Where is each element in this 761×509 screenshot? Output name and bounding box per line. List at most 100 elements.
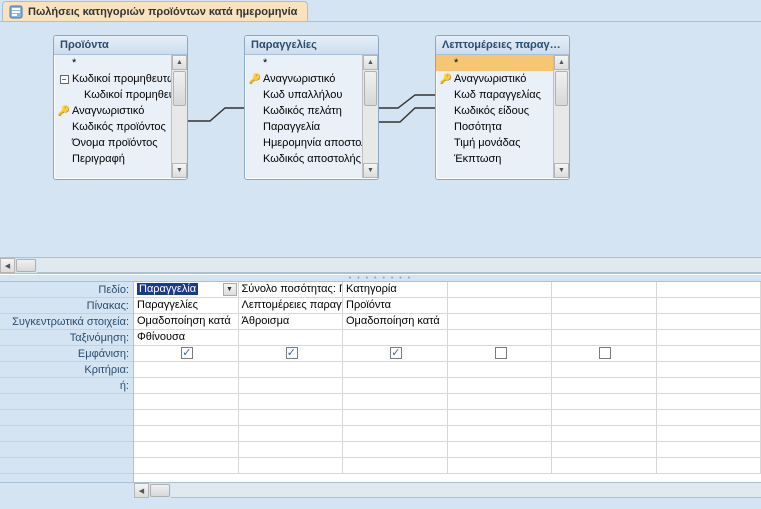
grid-cell-sort[interactable] [657, 330, 761, 345]
grid-cell-or[interactable] [448, 378, 553, 393]
field[interactable]: Κωδικός αποστολής [261, 153, 362, 165]
grid-cell-total[interactable] [657, 314, 761, 329]
diagram-horizontal-scroll[interactable]: ◀ [0, 258, 761, 274]
grid-cell-criteria[interactable] [448, 362, 553, 377]
grid-cell-sort[interactable] [552, 330, 657, 345]
grid-cell-field[interactable]: Παραγγελία ▼ [134, 282, 239, 297]
field[interactable]: Κωδικός είδους [452, 105, 553, 117]
grid-cell-or[interactable] [134, 378, 239, 393]
scroll-track[interactable] [171, 483, 761, 498]
grid-cell-criteria[interactable] [134, 362, 239, 377]
scroll-up-icon[interactable]: ▲ [172, 55, 187, 70]
field[interactable]: Κωδ υπαλλήλου [261, 89, 362, 101]
grid-cell-show[interactable] [657, 346, 761, 361]
checkbox-icon[interactable] [495, 347, 507, 359]
grid-cell-show[interactable] [239, 346, 344, 361]
field[interactable]: Αναγνωριστικό [70, 105, 171, 117]
field-list[interactable]: * 🔑Αναγνωριστικό Κωδ παραγγελίας Κωδικός… [436, 55, 553, 178]
grid-cell-total[interactable] [448, 314, 553, 329]
scroll-down-icon[interactable]: ▼ [363, 163, 378, 178]
scroll-thumb[interactable] [364, 71, 377, 106]
field[interactable]: Όνομα προϊόντος [70, 137, 171, 149]
scroll-down-icon[interactable]: ▼ [172, 163, 187, 178]
checkbox-icon[interactable] [286, 347, 298, 359]
field[interactable]: Έκπτωση [452, 153, 553, 165]
grid-cell-or[interactable] [239, 378, 344, 393]
scroll-left-icon[interactable]: ◀ [134, 483, 149, 498]
grid-body[interactable]: Παραγγελία ▼ Σύνολο ποσότητας: Ποσότητα … [134, 282, 761, 482]
grid-cell-table[interactable]: Προϊόντα [343, 298, 448, 313]
scroll-left-icon[interactable]: ◀ [0, 258, 15, 273]
grid-cell-total[interactable]: Ομαδοποίηση κατά [134, 314, 239, 329]
grid-horizontal-scroll[interactable]: ◀ [0, 482, 761, 498]
checkbox-icon[interactable] [181, 347, 193, 359]
grid-cell-field[interactable]: Κατηγορία [343, 282, 448, 297]
field-list[interactable]: * −Κωδικοί προμηθευτών Κωδικοί προμηθευτ… [54, 55, 171, 178]
field-list[interactable]: * 🔑Αναγνωριστικό Κωδ υπαλλήλου Κωδικός π… [245, 55, 362, 178]
grid-cell-criteria[interactable] [343, 362, 448, 377]
pane-splitter[interactable]: • • • • • • • • [0, 274, 761, 282]
scroll-up-icon[interactable]: ▲ [363, 55, 378, 70]
field[interactable]: Κωδικός προϊόντος [70, 121, 171, 133]
field[interactable]: Παραγγελία [261, 121, 362, 133]
checkbox-icon[interactable] [390, 347, 402, 359]
query-tab[interactable]: Πωλήσεις κατηγοριών προϊόντων κατά ημερο… [2, 1, 308, 21]
field[interactable]: Κωδικός πελάτη [261, 105, 362, 117]
field[interactable]: Τιμή μονάδας [452, 137, 553, 149]
expand-icon[interactable]: − [58, 75, 70, 84]
grid-cell-table[interactable]: Λεπτομέρειες παραγγελιών [239, 298, 344, 313]
table-box-details[interactable]: Λεπτομέρειες παραγγελιών * 🔑Αναγνωριστικ… [435, 35, 570, 180]
field[interactable]: Κωδ παραγγελίας [452, 89, 553, 101]
grid-cell-show[interactable] [343, 346, 448, 361]
grid-cell-table[interactable] [448, 298, 553, 313]
grid-cell-field[interactable] [448, 282, 553, 297]
vertical-scrollbar[interactable]: ▲ ▼ [362, 55, 378, 178]
grid-cell-total[interactable]: Ομαδοποίηση κατά [343, 314, 448, 329]
field[interactable]: Ημερομηνία αποστολής [261, 137, 362, 149]
table-box-orders[interactable]: Παραγγελίες * 🔑Αναγνωριστικό Κωδ υπαλλήλ… [244, 35, 379, 180]
grid-cell-or[interactable] [343, 378, 448, 393]
scroll-thumb[interactable] [555, 71, 568, 106]
scroll-thumb[interactable] [150, 484, 170, 497]
field[interactable]: Κωδικοί προμηθευτών [70, 89, 171, 101]
scroll-track[interactable] [37, 258, 761, 273]
checkbox-icon[interactable] [599, 347, 611, 359]
grid-cell-or[interactable] [657, 378, 761, 393]
grid-cell-sort[interactable] [239, 330, 344, 345]
field[interactable]: Ποσότητα [452, 121, 553, 133]
grid-cell-field[interactable] [657, 282, 761, 297]
grid-cell-sort[interactable] [343, 330, 448, 345]
grid-cell-field[interactable]: Σύνολο ποσότητας: Ποσότητα [239, 282, 344, 297]
scroll-up-icon[interactable]: ▲ [554, 55, 569, 70]
field[interactable]: Αναγνωριστικό [452, 73, 553, 85]
vertical-scrollbar[interactable]: ▲ ▼ [553, 55, 569, 178]
field[interactable]: Περιγραφή [70, 153, 171, 165]
diagram-pane[interactable]: Προϊόντα * −Κωδικοί προμηθευτών Κωδικοί … [0, 22, 761, 258]
grid-cell-show[interactable] [134, 346, 239, 361]
grid-cell-show[interactable] [552, 346, 657, 361]
grid-cell-sort[interactable]: Φθίνουσα [134, 330, 239, 345]
scroll-thumb[interactable] [16, 259, 36, 272]
field[interactable]: Κωδικοί προμηθευτών [70, 73, 171, 85]
vertical-scrollbar[interactable]: ▲ ▼ [171, 55, 187, 178]
grid-cell-criteria[interactable] [657, 362, 761, 377]
grid-cell-table[interactable]: Παραγγελίες [134, 298, 239, 313]
star-row[interactable]: * [70, 57, 171, 69]
grid-cell-total[interactable]: Άθροισμα [239, 314, 344, 329]
grid-cell-field[interactable] [552, 282, 657, 297]
grid-cell-table[interactable] [657, 298, 761, 313]
grid-cell-criteria[interactable] [239, 362, 344, 377]
star-row[interactable]: * [261, 57, 362, 69]
grid-cell-table[interactable] [552, 298, 657, 313]
dropdown-arrow-icon[interactable]: ▼ [223, 283, 237, 296]
field[interactable]: Αναγνωριστικό [261, 73, 362, 85]
grid-cell-show[interactable] [448, 346, 553, 361]
scroll-thumb[interactable] [173, 71, 186, 106]
grid-cell-or[interactable] [552, 378, 657, 393]
table-box-products[interactable]: Προϊόντα * −Κωδικοί προμηθευτών Κωδικοί … [53, 35, 188, 180]
grid-cell-sort[interactable] [448, 330, 553, 345]
scroll-down-icon[interactable]: ▼ [554, 163, 569, 178]
star-row[interactable]: * [452, 57, 553, 69]
grid-cell-criteria[interactable] [552, 362, 657, 377]
grid-cell-total[interactable] [552, 314, 657, 329]
